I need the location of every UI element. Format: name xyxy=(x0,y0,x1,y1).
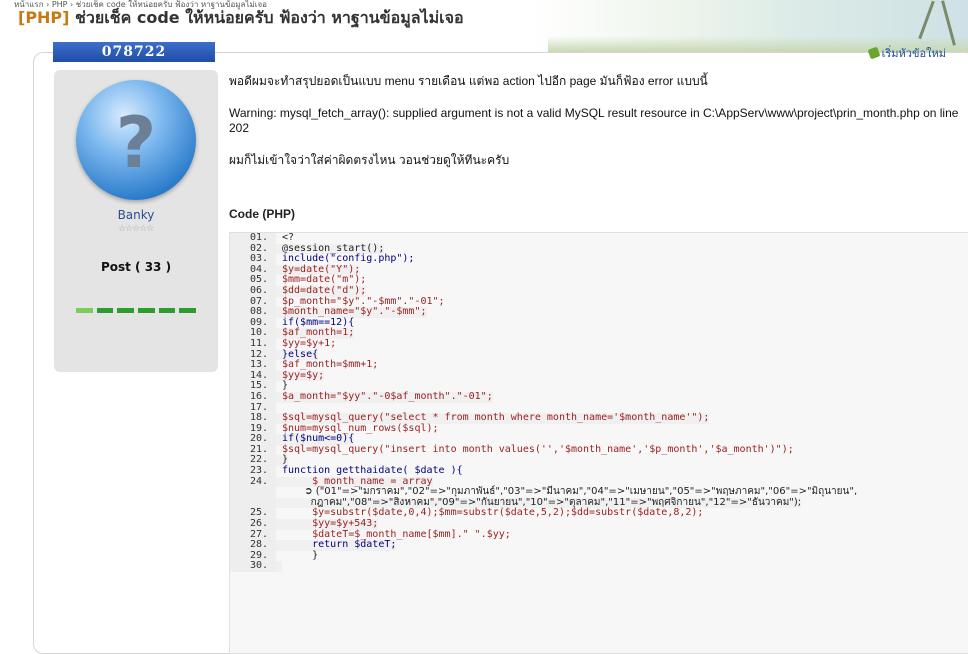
code-line: 16. $a_month="$yy"."-0$af_month"."-01"; xyxy=(230,391,968,403)
line-number: 01. xyxy=(230,233,276,244)
code-line: 11. $yy=$y+1; xyxy=(230,337,968,350)
code-line: 14. $yy=$y; xyxy=(230,370,968,382)
code-block[interactable]: 01. <? 02. @session_start(); 03. include("con… xyxy=(229,232,968,654)
line-number: 16. xyxy=(230,391,276,403)
rank-stars: ☆☆☆☆☆ xyxy=(118,224,154,234)
page-title: [PHP] ช่วยเช็ค code ให้หน่อยครับ ฟ้องว่า… xyxy=(18,6,464,31)
code-text xyxy=(276,561,282,572)
username-link[interactable]: Banky xyxy=(54,208,218,222)
line-number: 06. xyxy=(230,285,276,297)
palm-decoration xyxy=(918,0,935,40)
code-line: 10. $af_month=1; xyxy=(230,328,968,339)
code-text: } xyxy=(282,549,319,561)
code-line: 29. } xyxy=(230,549,968,562)
new-topic-label: เริ่มหัวข้อใหม่ xyxy=(881,47,946,60)
user-info-panel: ? Banky ☆☆☆☆☆ Post ( 33 ) xyxy=(54,70,218,372)
code-line: 21. $sql=mysql_query("insert into month v… xyxy=(230,443,968,456)
code-line: 28. return $dateT; xyxy=(230,540,968,551)
code-text: $yy=$y+1; xyxy=(282,337,337,349)
pencil-icon xyxy=(867,46,881,60)
topic-number-badge: 078722 xyxy=(53,42,215,62)
post-count: Post ( 33 ) xyxy=(100,260,172,274)
post-paragraph: ผมก็ไม่เข้าใจว่าใส่ค่าผิดตรงไหน วอนช่วยด… xyxy=(229,153,510,167)
code-line: 06. $dd=date("d"); xyxy=(230,285,968,297)
code-heading: Code (PHP) xyxy=(229,207,295,221)
code-line: 01. <? xyxy=(230,233,968,244)
code-text: $dd=date("d"); xyxy=(276,285,367,297)
line-number xyxy=(230,487,276,498)
topic-title: ช่วยเช็ค code ให้หน่อยครับ ฟ้องว่า หาฐาน… xyxy=(75,8,464,27)
line-number: 30. xyxy=(230,561,276,572)
code-line: 30. xyxy=(230,561,968,572)
code-line: 13. $af_month=$mm+1; xyxy=(230,360,968,371)
line-number: 24. xyxy=(230,476,276,488)
post-paragraph: Warning: mysql_fetch_array(): supplied a… xyxy=(229,106,959,135)
code-text: $sql=mysql_query("insert into month valu… xyxy=(282,443,794,455)
code-text: <? xyxy=(282,232,295,243)
post-paragraph: พอดีผมจะทำสรุปยอดเป็นแบบ menu รายเดือน แ… xyxy=(229,74,708,88)
line-number: 11. xyxy=(230,338,276,350)
category-tag[interactable]: [PHP] xyxy=(18,8,69,27)
reputation-bar xyxy=(76,308,197,313)
avatar[interactable]: ? xyxy=(76,80,196,200)
post-body: พอดีผมจะทำสรุปยอดเป็นแบบ menu รายเดือน แ… xyxy=(229,74,968,185)
question-mark-icon: ? xyxy=(115,102,157,184)
new-topic-link[interactable]: เริ่มหัวข้อใหม่ xyxy=(867,44,946,62)
code-text: $a_month="$yy"."-0$af_month"."-01"; xyxy=(276,391,493,403)
